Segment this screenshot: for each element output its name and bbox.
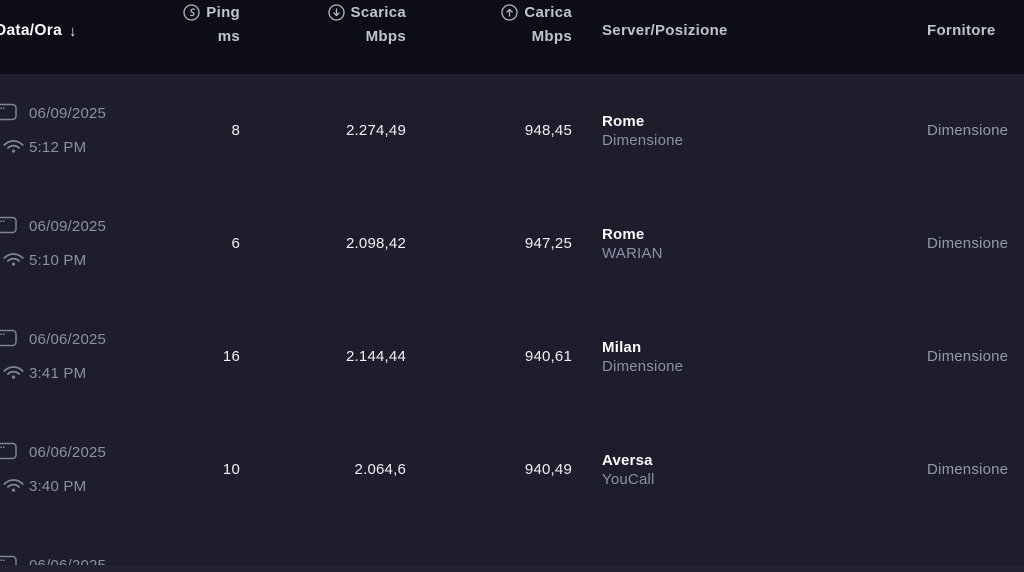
- result-row[interactable]: 06/06/2025 3:40 PM 10 2.064,6 940,49 Ave…: [0, 414, 1024, 527]
- result-sponsor: Dimensione: [602, 358, 683, 375]
- result-date: 06/09/2025: [29, 105, 106, 122]
- column-label-datetime: Data/Ora: [0, 22, 62, 40]
- speedtest-results-page: Data/Ora ↓ Ping ms: [0, 0, 1024, 572]
- wifi-icon: [2, 137, 25, 154]
- result-sponsor: YouCall: [602, 471, 655, 488]
- column-label-upload: Carica: [524, 4, 572, 21]
- result-row[interactable]: 06/09/2025 5:12 PM 8 2.274,49 948,45 Rom…: [0, 75, 1024, 188]
- column-header-server[interactable]: Server/Posizione: [602, 22, 728, 39]
- result-sponsor: Dimensione: [602, 132, 683, 149]
- column-header-download[interactable]: Scarica Mbps: [328, 3, 406, 45]
- result-server: Rome: [602, 113, 644, 130]
- result-date: 06/09/2025: [29, 218, 106, 235]
- result-date: 06/06/2025: [29, 444, 106, 461]
- result-time: 3:40 PM: [29, 478, 86, 495]
- result-provider: Dimensione: [927, 235, 1008, 252]
- result-download: 2.098,42: [346, 235, 406, 252]
- bottom-strip: [0, 565, 1024, 572]
- column-unit-ping: ms: [183, 29, 240, 45]
- result-ping: 16: [223, 348, 240, 365]
- sort-desc-icon: ↓: [69, 23, 77, 40]
- result-download: 2.144,44: [346, 348, 406, 365]
- column-label-download: Scarica: [351, 4, 406, 21]
- result-upload: 940,49: [525, 461, 572, 478]
- column-header-datetime[interactable]: Data/Ora ↓: [0, 22, 77, 40]
- column-label-ping: Ping: [206, 4, 240, 21]
- modem-icon: [0, 442, 17, 460]
- result-row[interactable]: 06/06/2025 3:41 PM 16 2.144,44 940,61 Mi…: [0, 301, 1024, 414]
- wifi-icon: [2, 250, 25, 267]
- upload-circle-icon: [501, 4, 518, 21]
- result-provider: Dimensione: [927, 348, 1008, 365]
- ping-circle-icon: [183, 4, 200, 21]
- result-date: 06/06/2025: [29, 331, 106, 348]
- result-time: 5:10 PM: [29, 252, 86, 269]
- column-label-server: Server/Posizione: [602, 22, 728, 39]
- result-server: Milan: [602, 339, 641, 356]
- result-upload: 940,61: [525, 348, 572, 365]
- result-provider: Dimensione: [927, 461, 1008, 478]
- result-ping: 6: [231, 235, 240, 252]
- result-sponsor: WARIAN: [602, 245, 663, 262]
- result-time: 3:41 PM: [29, 365, 86, 382]
- result-ping: 10: [223, 461, 240, 478]
- result-row[interactable]: 06/09/2025 5:10 PM 6 2.098,42 947,25 Rom…: [0, 188, 1024, 301]
- column-header-provider[interactable]: Fornitore: [927, 22, 996, 39]
- wifi-icon: [2, 476, 25, 493]
- column-unit-upload: Mbps: [501, 29, 572, 45]
- result-download: 2.064,6: [355, 461, 406, 478]
- result-server: Rome: [602, 226, 644, 243]
- download-circle-icon: [328, 4, 345, 21]
- modem-icon: [0, 329, 17, 347]
- column-label-provider: Fornitore: [927, 22, 996, 39]
- modem-icon: [0, 103, 17, 121]
- result-download: 2.274,49: [346, 122, 406, 139]
- result-time: 5:12 PM: [29, 139, 86, 156]
- results-table-header: Data/Ora ↓ Ping ms: [0, 0, 1024, 75]
- column-header-upload[interactable]: Carica Mbps: [501, 3, 572, 45]
- result-provider: Dimensione: [927, 122, 1008, 139]
- column-header-ping[interactable]: Ping ms: [183, 3, 240, 45]
- column-unit-download: Mbps: [328, 29, 406, 45]
- wifi-icon: [2, 363, 25, 380]
- result-upload: 948,45: [525, 122, 572, 139]
- result-ping: 8: [231, 122, 240, 139]
- result-server: Aversa: [602, 452, 653, 469]
- result-upload: 947,25: [525, 235, 572, 252]
- modem-icon: [0, 216, 17, 234]
